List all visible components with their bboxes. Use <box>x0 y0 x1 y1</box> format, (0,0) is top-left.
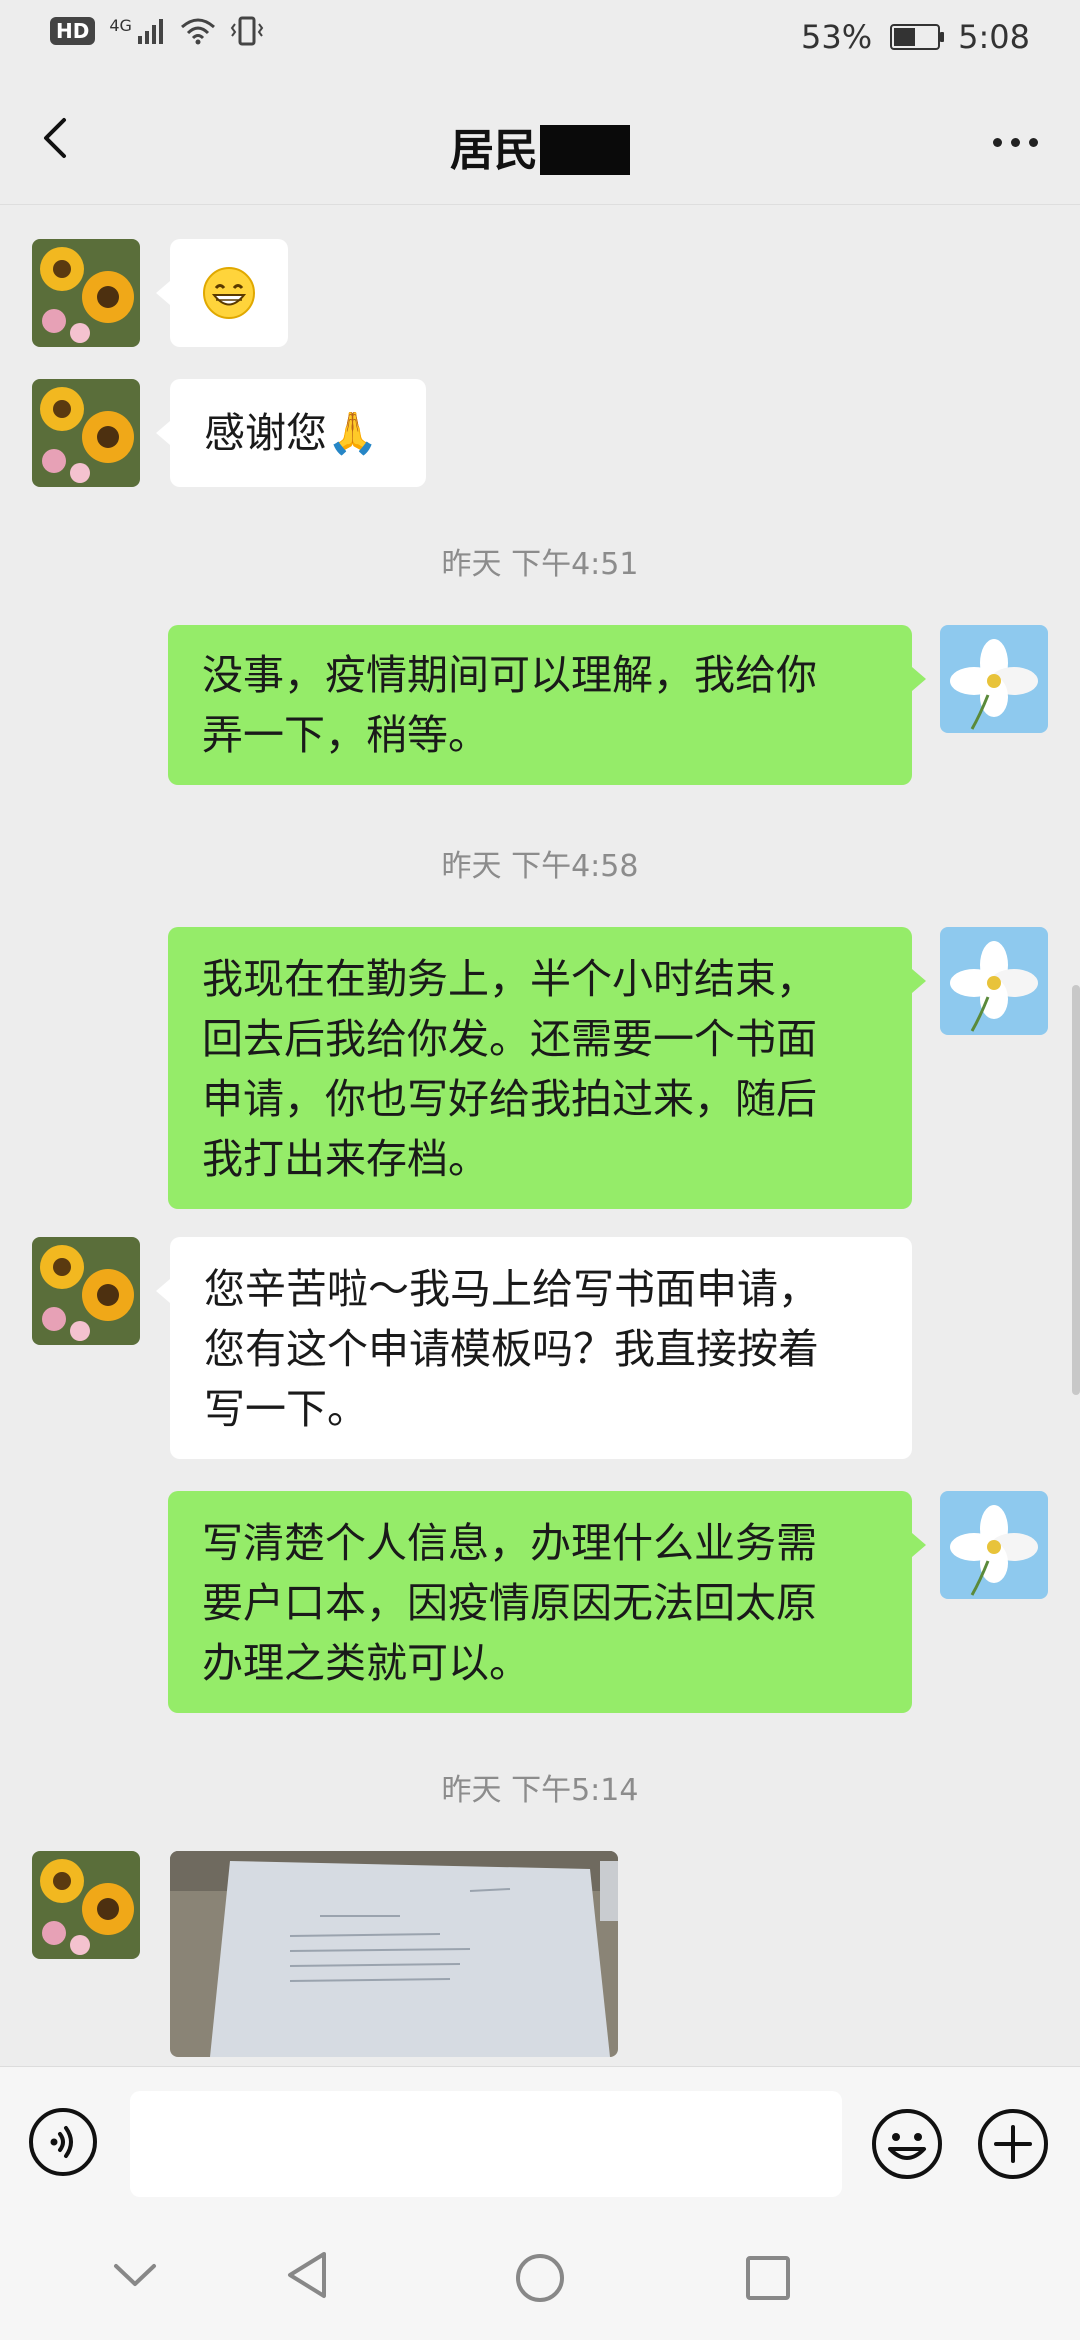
contact-avatar[interactable] <box>32 1851 140 1959</box>
message-line: 申请，你也写好给我拍过来，随后 <box>202 1075 817 1123</box>
message-line: 您有这个申请模板吗？我直接按着 <box>204 1325 819 1373</box>
message-line: 回去后我给你发。还需要一个书面 <box>202 1015 817 1063</box>
message-input[interactable] <box>130 2091 842 2197</box>
input-bar <box>0 2066 1080 2217</box>
dot <box>992 137 1002 147</box>
message-bubble[interactable]: 您辛苦啦～我马上给写书面申请， 您有这个申请模板吗？我直接按着 写一下。 <box>170 1237 912 1459</box>
network-type: 4G <box>109 15 132 35</box>
vibrate-icon <box>230 16 264 46</box>
hd-badge: HD <box>50 17 96 45</box>
battery-percent: 53% <box>801 18 873 56</box>
smiley-icon[interactable] <box>870 2107 944 2181</box>
status-bar: HD 4G 53% 5:08 <box>0 0 1080 72</box>
self-avatar[interactable] <box>940 1491 1048 1599</box>
voice-icon[interactable] <box>28 2107 98 2177</box>
contact-avatar[interactable] <box>32 239 140 347</box>
message-line: 办理之类就可以。 <box>202 1639 530 1687</box>
system-nav-bar <box>0 2216 1080 2340</box>
timestamp: 昨天 下午4:51 <box>441 547 639 582</box>
chevron-down-icon[interactable] <box>112 2260 158 2290</box>
image-message[interactable] <box>170 1851 618 2057</box>
more-options-button[interactable] <box>980 112 1050 172</box>
message-line: 我现在在勤务上，半个小时结束， <box>202 955 817 1003</box>
message-bubble[interactable] <box>170 239 288 347</box>
contact-avatar[interactable] <box>32 379 140 487</box>
message-line: 我打出来存档。 <box>202 1135 489 1183</box>
message-list[interactable]: 感谢您🙏 昨天 下午4:51 没事，疫情期间可以理解，我给你 弄一下，稍等。 昨… <box>0 205 1080 2065</box>
chat-header: 居民 <box>0 72 1080 205</box>
self-avatar[interactable] <box>940 625 1048 733</box>
chat-title: 居民 <box>0 114 1080 178</box>
message-line: 弄一下，稍等。 <box>202 711 489 759</box>
signal-icon <box>137 19 163 44</box>
document-photo <box>170 1851 618 2057</box>
grin-emoji-icon <box>203 267 255 319</box>
battery-icon <box>890 24 945 50</box>
message-line: 没事，疫情期间可以理解，我给你 <box>202 651 817 699</box>
message-line: 写清楚个人信息，办理什么业务需 <box>202 1519 817 1567</box>
message-line: 要户口本，因疫情原因无法回太原 <box>202 1579 817 1627</box>
back-triangle-icon[interactable] <box>284 2250 330 2300</box>
timestamp: 昨天 下午4:58 <box>441 849 639 884</box>
clock: 5:08 <box>958 18 1030 56</box>
message-text: 感谢您🙏 <box>204 409 379 457</box>
contact-avatar[interactable] <box>32 1237 140 1345</box>
message-line: 写一下。 <box>204 1385 368 1433</box>
message-line: 您辛苦啦～我马上给写书面申请， <box>204 1265 819 1313</box>
message-bubble[interactable]: 没事，疫情期间可以理解，我给你 弄一下，稍等。 <box>168 625 912 785</box>
dot <box>1028 137 1038 147</box>
message-bubble[interactable]: 感谢您🙏 <box>170 379 426 487</box>
home-circle-icon[interactable] <box>514 2252 566 2304</box>
message-bubble[interactable]: 写清楚个人信息，办理什么业务需 要户口本，因疫情原因无法回太原 办理之类就可以。 <box>168 1491 912 1713</box>
message-bubble[interactable]: 我现在在勤务上，半个小时结束， 回去后我给你发。还需要一个书面 申请，你也写好给… <box>168 927 912 1209</box>
redaction-block <box>540 125 630 175</box>
timestamp: 昨天 下午5:14 <box>441 1773 639 1808</box>
plus-icon[interactable] <box>976 2107 1050 2181</box>
recents-square-icon[interactable] <box>744 2254 792 2302</box>
scrollbar[interactable] <box>1072 985 1080 1395</box>
dot <box>1010 137 1020 147</box>
chat-title-text: 居民 <box>450 125 538 176</box>
wifi-icon <box>180 18 215 45</box>
self-avatar[interactable] <box>940 927 1048 1035</box>
